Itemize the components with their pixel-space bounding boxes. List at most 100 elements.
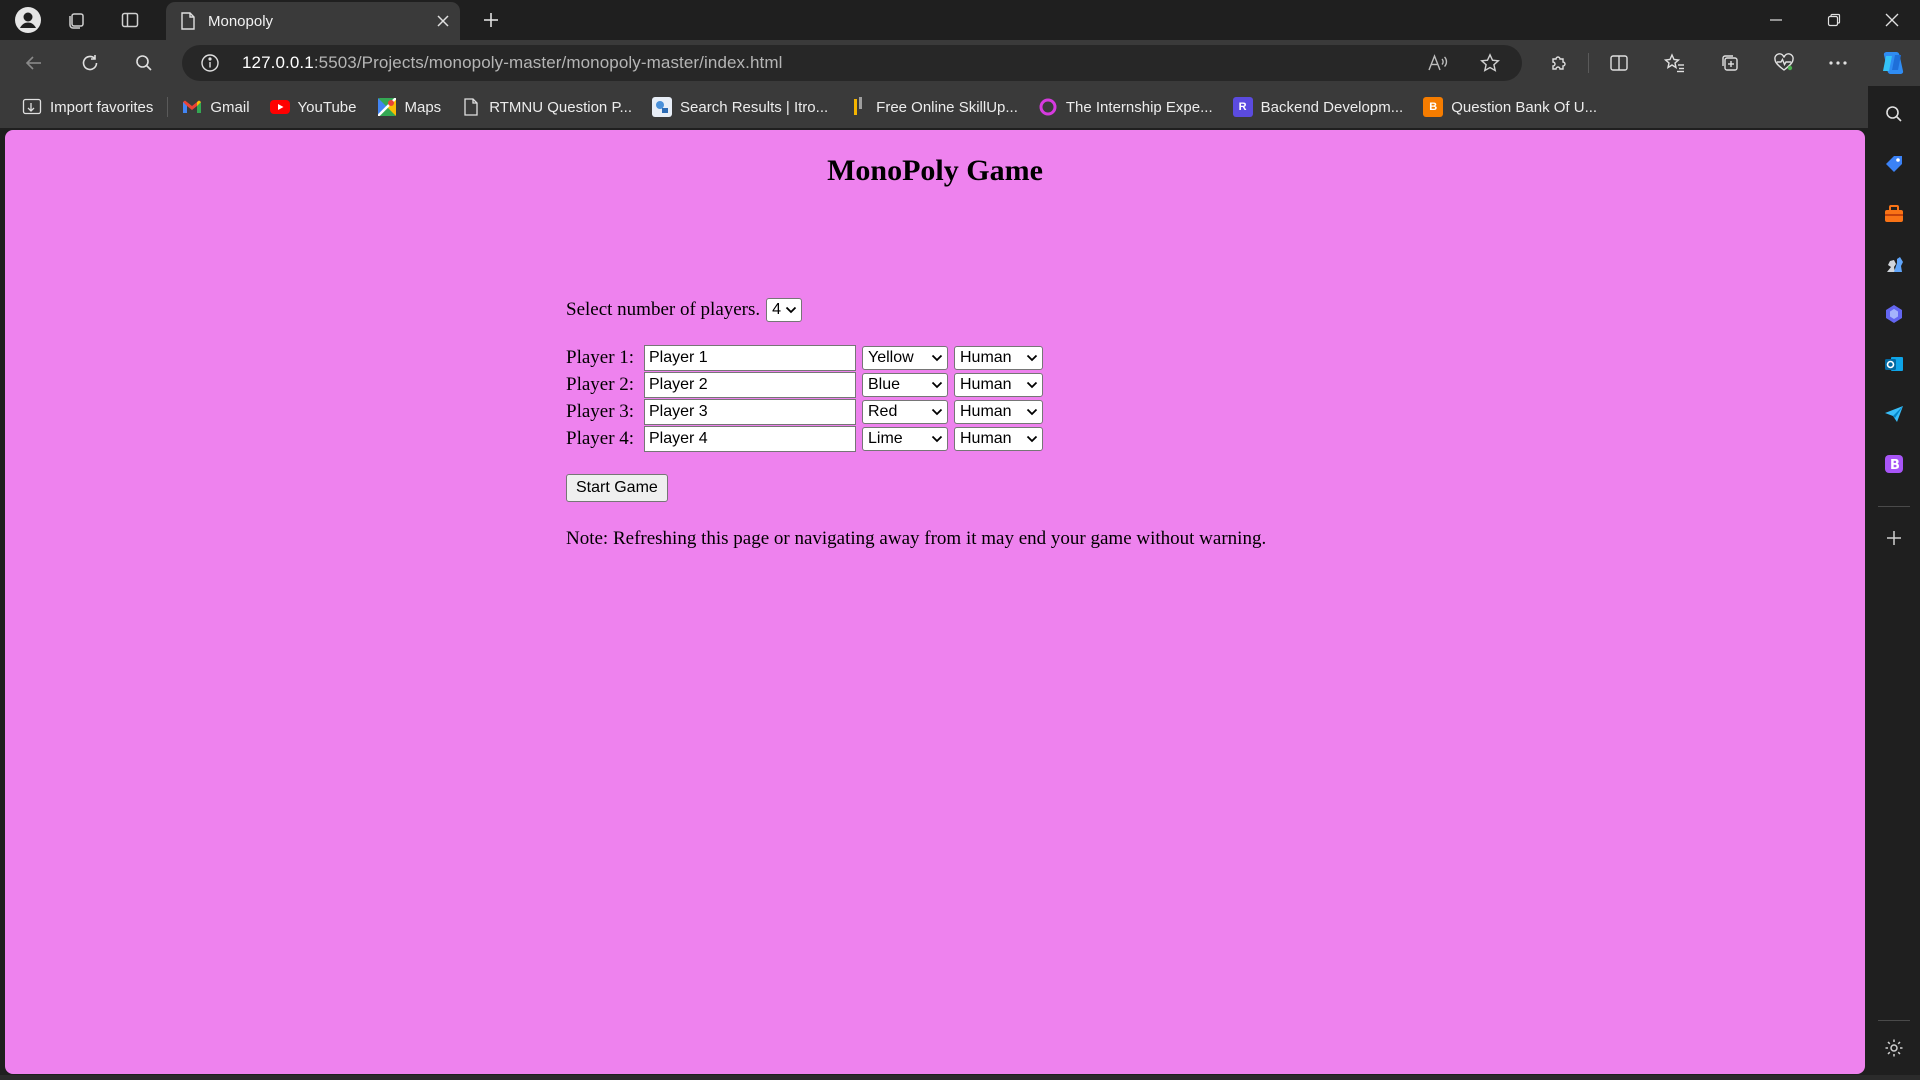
sidebar-outlook-button[interactable] <box>1878 348 1910 380</box>
favorite-internship[interactable]: The Internship Expe... <box>1032 92 1219 122</box>
player-row-2: Player 2: Player 2 Blue Human <box>566 371 1266 398</box>
player-type-select[interactable]: Human <box>954 345 1043 370</box>
vertical-tabs-button[interactable] <box>114 4 146 36</box>
new-tab-button[interactable] <box>475 4 507 36</box>
player-type-select[interactable]: Human <box>954 399 1043 424</box>
sidebar-app-b-button[interactable]: B <box>1878 448 1910 480</box>
player-name-input[interactable]: Player 3 <box>644 398 856 425</box>
chess-icon <box>1887 257 1903 272</box>
copilot-app-icon <box>1886 305 1902 323</box>
tab-monopoly[interactable]: Monopoly <box>166 2 460 40</box>
player-color-select[interactable]: Red <box>862 399 948 424</box>
copilot-button[interactable] <box>1874 47 1910 79</box>
gear-icon <box>1885 1039 1903 1057</box>
close-tab-icon[interactable] <box>436 14 450 28</box>
search-icon <box>136 55 152 71</box>
player-row-3: Player 3: Player 3 Red Human <box>566 398 1266 425</box>
window-bottom-edge <box>0 1075 1920 1080</box>
sidebar-search-button[interactable] <box>1878 98 1910 130</box>
read-aloud-icon <box>1428 54 1448 71</box>
plus-icon <box>1887 531 1901 545</box>
favorite-gmail[interactable]: Gmail <box>176 92 255 122</box>
player-count-select[interactable]: 4 <box>766 297 803 322</box>
favorite-maps[interactable]: Maps <box>371 92 448 122</box>
player-name-input[interactable]: Player 2 <box>644 371 856 398</box>
player-color-select[interactable]: Lime <box>862 426 948 451</box>
send-icon <box>1885 406 1903 422</box>
split-screen-icon <box>1610 55 1628 71</box>
sidebar-tools-button[interactable] <box>1878 198 1910 230</box>
minimize-icon <box>1770 19 1782 21</box>
sidebar-settings-button[interactable] <box>1878 1032 1910 1064</box>
player-type-select[interactable]: Human <box>954 372 1043 397</box>
favorites-button[interactable] <box>1657 47 1693 79</box>
player-label: Player 3: <box>566 400 635 422</box>
gmail-icon <box>182 97 202 117</box>
sidebar-shopping-button[interactable] <box>1878 148 1910 180</box>
add-favorite-button[interactable] <box>1474 47 1506 79</box>
read-aloud-button[interactable] <box>1422 47 1454 79</box>
start-game-button[interactable]: Start Game <box>566 474 668 502</box>
chevron-down-icon <box>931 381 943 388</box>
favorite-youtube[interactable]: YouTube <box>264 92 363 122</box>
refresh-icon <box>82 55 98 71</box>
player-count-row: Select number of players. 4 <box>566 296 1266 323</box>
minimize-button[interactable] <box>1748 0 1804 40</box>
refresh-button[interactable] <box>72 47 108 79</box>
extensions-icon <box>1552 56 1566 70</box>
workspaces-button[interactable] <box>60 4 92 36</box>
player-label: Player 2: <box>566 373 635 395</box>
plus-icon <box>484 13 498 27</box>
favorite-question-bank[interactable]: B Question Bank Of U... <box>1417 92 1603 122</box>
close-window-button[interactable] <box>1864 0 1920 40</box>
sidebar-copilot-app-button[interactable] <box>1878 298 1910 330</box>
url-path: :5503/Projects/monopoly-master/monopoly-… <box>313 53 783 72</box>
sidebar-drop-button[interactable] <box>1878 398 1910 430</box>
chevron-down-icon <box>931 435 943 442</box>
player-color-select[interactable]: Yellow <box>862 345 948 370</box>
itro-icon <box>652 97 673 117</box>
internship-icon <box>1038 97 1058 117</box>
split-screen-button[interactable] <box>1601 47 1637 79</box>
extensions-button[interactable] <box>1541 47 1577 79</box>
favorite-skillup[interactable]: Free Online SkillUp... <box>842 92 1024 122</box>
favorite-itro[interactable]: Search Results | Itro... <box>646 92 834 122</box>
player-row-4: Player 4: Player 4 Lime Human <box>566 425 1266 452</box>
page-title: MonoPoly Game <box>827 154 1043 187</box>
player-name-input[interactable]: Player 4 <box>644 425 856 452</box>
restore-button[interactable] <box>1806 0 1862 40</box>
search-button[interactable] <box>126 47 162 79</box>
copilot-icon <box>1883 52 1904 74</box>
search-icon <box>1886 106 1902 122</box>
favorites-bar: Import favorites Gmail YouTube Maps RTMN… <box>0 86 1880 128</box>
sidebar-add-button[interactable] <box>1878 522 1910 554</box>
maps-icon <box>377 97 397 117</box>
player-color-select[interactable]: Blue <box>862 372 948 397</box>
player-type-select[interactable]: Human <box>954 426 1043 451</box>
more-icon <box>1829 61 1847 65</box>
sidebar-games-button[interactable] <box>1878 248 1910 280</box>
site-info-button[interactable] <box>194 47 226 79</box>
favorite-backend[interactable]: R Backend Developm... <box>1227 92 1410 122</box>
url-text[interactable]: 127.0.0.1:5503/Projects/monopoly-master/… <box>242 53 783 73</box>
settings-more-button[interactable] <box>1820 47 1856 79</box>
chevron-down-icon <box>931 408 943 415</box>
tab-actions-icon <box>121 12 139 28</box>
address-bar[interactable]: 127.0.0.1:5503/Projects/monopoly-master/… <box>182 45 1522 81</box>
player-name-input[interactable]: Player 1 <box>644 344 856 371</box>
outlook-icon <box>1885 357 1903 371</box>
sidebar-divider <box>1878 506 1910 507</box>
back-button[interactable] <box>16 47 52 79</box>
skillup-icon <box>848 97 868 117</box>
tab-bar: Monopoly <box>0 0 1920 40</box>
favorite-import[interactable]: Import favorites <box>16 92 159 122</box>
chevron-down-icon <box>786 306 797 313</box>
profile-button[interactable] <box>12 4 44 36</box>
player-label: Player 4: <box>566 427 635 449</box>
collections-button[interactable] <box>1712 47 1748 79</box>
player-label: Player 1: <box>566 346 635 368</box>
favorite-rtmnu[interactable]: RTMNU Question P... <box>455 92 638 122</box>
backend-icon: R <box>1232 97 1253 117</box>
browser-essentials-button[interactable] <box>1766 47 1802 79</box>
player-row-1: Player 1: Player 1 Yellow Human <box>566 344 1266 371</box>
